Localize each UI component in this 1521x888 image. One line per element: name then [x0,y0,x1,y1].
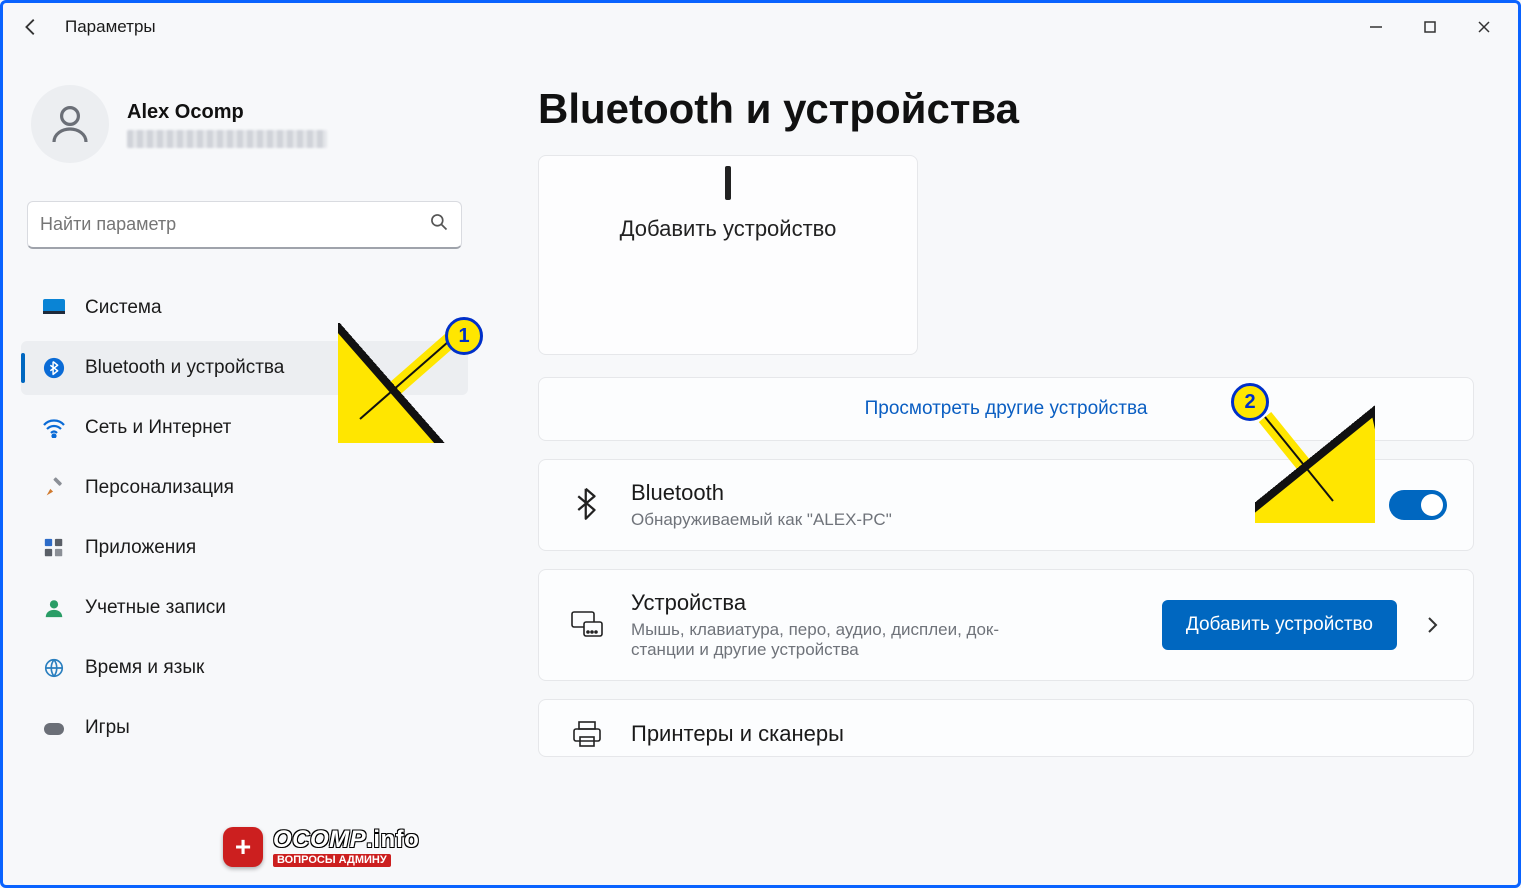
display-icon [41,295,67,321]
printers-panel[interactable]: Принтеры и сканеры [538,699,1474,757]
sidebar-item-gaming[interactable]: Игры [21,701,468,755]
add-device-label: Добавить устройство [620,216,837,242]
person-icon [41,595,67,621]
devices-icon [565,610,609,640]
titlebar: Параметры [3,3,1518,51]
devices-panel[interactable]: Устройства Мышь, клавиатура, перо, аудио… [538,569,1474,681]
apps-icon [41,535,67,561]
search-input[interactable] [40,214,429,235]
nav-label: Система [85,297,162,319]
annotation-badge-2: 2 [1231,383,1269,421]
panel-title: Bluetooth [631,480,892,506]
watermark-tagline: ВОПРОСЫ АДМИНУ [273,854,391,867]
sidebar: Alex Ocomp Система Bluetooth и устройств… [3,51,478,885]
nav-label: Учетные записи [85,597,226,619]
bluetooth-icon [565,486,609,524]
bluetooth-icon [41,355,67,381]
wifi-icon [41,415,67,441]
plus-icon [725,166,731,200]
sidebar-item-apps[interactable]: Приложения [21,521,468,575]
gamepad-icon [41,715,67,741]
sidebar-item-personalization[interactable]: Персонализация [21,461,468,515]
user-account-row[interactable]: Alex Ocomp [21,71,468,191]
annotation-arrow-2 [1255,403,1375,523]
back-button[interactable] [11,7,51,47]
nav-label: Приложения [85,537,196,559]
link-label: Просмотреть другие устройства [865,398,1148,420]
nav-label: Персонализация [85,477,234,499]
annotation-badge-1: 1 [445,317,483,355]
chevron-right-icon[interactable] [1417,615,1447,635]
nav-label: Игры [85,717,130,739]
avatar [31,85,109,163]
add-device-card[interactable]: Добавить устройство [538,155,918,355]
watermark: + OCOMP.info ВОПРОСЫ АДМИНУ [223,827,419,867]
sidebar-item-accounts[interactable]: Учетные записи [21,581,468,635]
user-email-blurred [127,130,327,148]
user-name: Alex Ocomp [127,101,327,124]
panel-title: Устройства [631,590,1051,616]
printer-icon [565,720,609,748]
watermark-brand: OCOMP.info [273,828,419,852]
maximize-button[interactable] [1404,7,1456,47]
panel-title: Принтеры и сканеры [631,721,844,747]
close-button[interactable] [1458,7,1510,47]
paintbrush-icon [41,475,67,501]
watermark-plus-icon: + [223,827,263,867]
globe-clock-icon [41,655,67,681]
add-device-button[interactable]: Добавить устройство [1162,600,1397,650]
window-title: Параметры [65,17,156,37]
bluetooth-toggle[interactable] [1389,490,1447,520]
minimize-button[interactable] [1350,7,1402,47]
nav-label: Время и язык [85,657,204,679]
nav-label: Bluetooth и устройства [85,357,284,379]
page-title: Bluetooth и устройства [538,85,1474,133]
search-box[interactable] [27,201,462,249]
panel-subtitle: Обнаруживаемый как "ALEX-PC" [631,510,892,530]
nav-label: Сеть и Интернет [85,417,231,439]
panel-subtitle: Мышь, клавиатура, перо, аудио, дисплеи, … [631,620,1051,660]
window-controls [1350,7,1510,47]
sidebar-item-time-language[interactable]: Время и язык [21,641,468,695]
search-icon [429,212,449,237]
